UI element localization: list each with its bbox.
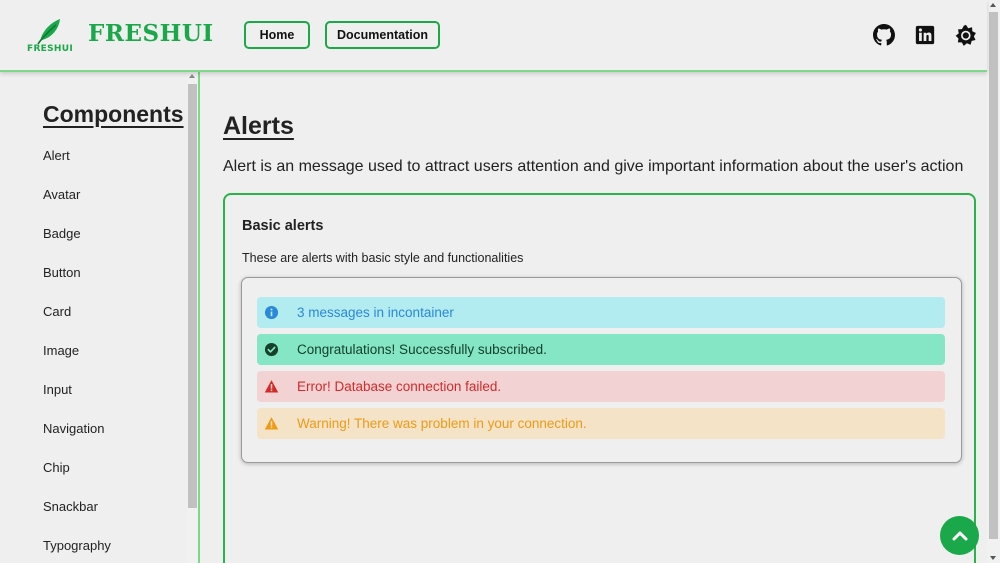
home-button[interactable]: Home: [244, 21, 310, 49]
sidebar-title: Components: [43, 101, 184, 127]
check-circle-icon: [264, 342, 279, 357]
warning-triangle-icon: [264, 380, 279, 393]
theme-toggle-icon[interactable]: [955, 24, 977, 46]
sidebar-item-snackbar[interactable]: Snackbar: [43, 499, 111, 538]
info-icon: [264, 305, 279, 320]
alerts-container: 3 messages in incontainer Congratulation…: [241, 277, 962, 463]
logo-small-text: FRESHUI: [27, 44, 73, 54]
warning-alert-text: Warning! There was problem in your conne…: [297, 416, 587, 431]
top-header: FRESHUI FRESHUI Home Documentation: [0, 0, 987, 72]
sidebar-item-input[interactable]: Input: [43, 382, 111, 421]
sidebar-item-badge[interactable]: Badge: [43, 226, 111, 265]
sidebar-item-button[interactable]: Button: [43, 265, 111, 304]
page-description: Alert is an message used to attract user…: [223, 158, 964, 175]
sidebar-scrollbar-thumb[interactable]: [188, 84, 197, 508]
section-title: Basic alerts: [242, 218, 324, 234]
info-alert: 3 messages in incontainer: [257, 297, 945, 328]
leaf-icon: [37, 19, 60, 45]
sidebar: Components Alert Avatar Badge Button Car…: [0, 72, 200, 563]
basic-alerts-card: Basic alerts These are alerts with basic…: [223, 193, 976, 563]
documentation-button[interactable]: Documentation: [325, 21, 440, 49]
freshui-logo[interactable]: FRESHUI: [26, 16, 74, 54]
sidebar-item-chip[interactable]: Chip: [43, 460, 111, 499]
scroll-up-arrow-icon[interactable]: [189, 74, 195, 78]
chevron-up-icon: [952, 531, 967, 540]
error-alert: Error! Database connection failed.: [257, 371, 945, 402]
success-alert-text: Congratulations! Successfully subscribed…: [297, 342, 547, 357]
main-content: Alerts Alert is an message used to attra…: [202, 72, 987, 563]
page-scrollbar[interactable]: [987, 0, 1000, 563]
github-icon[interactable]: [873, 24, 895, 46]
sidebar-item-typography[interactable]: Typography: [43, 538, 111, 563]
info-alert-text: 3 messages in incontainer: [297, 305, 454, 320]
scroll-down-arrow-icon[interactable]: [990, 556, 996, 560]
section-description: These are alerts with basic style and fu…: [242, 251, 524, 265]
scroll-up-arrow-icon[interactable]: [990, 3, 996, 7]
sidebar-item-avatar[interactable]: Avatar: [43, 187, 111, 226]
scroll-to-top-button[interactable]: [940, 516, 979, 555]
warning-triangle-icon: [264, 417, 279, 430]
sidebar-list: Alert Avatar Badge Button Card Image Inp…: [43, 148, 111, 563]
error-alert-text: Error! Database connection failed.: [297, 379, 502, 394]
sidebar-item-alert[interactable]: Alert: [43, 148, 111, 187]
sidebar-item-card[interactable]: Card: [43, 304, 111, 343]
linkedin-icon[interactable]: [914, 24, 936, 46]
sidebar-scrollbar[interactable]: [187, 72, 198, 563]
success-alert: Congratulations! Successfully subscribed…: [257, 334, 945, 365]
page-scrollbar-thumb[interactable]: [989, 12, 998, 539]
sidebar-item-navigation[interactable]: Navigation: [43, 421, 111, 460]
warning-alert: Warning! There was problem in your conne…: [257, 408, 945, 439]
page-title: Alerts: [223, 112, 294, 140]
brand-name[interactable]: FRESHUI: [88, 20, 214, 47]
sidebar-item-image[interactable]: Image: [43, 343, 111, 382]
